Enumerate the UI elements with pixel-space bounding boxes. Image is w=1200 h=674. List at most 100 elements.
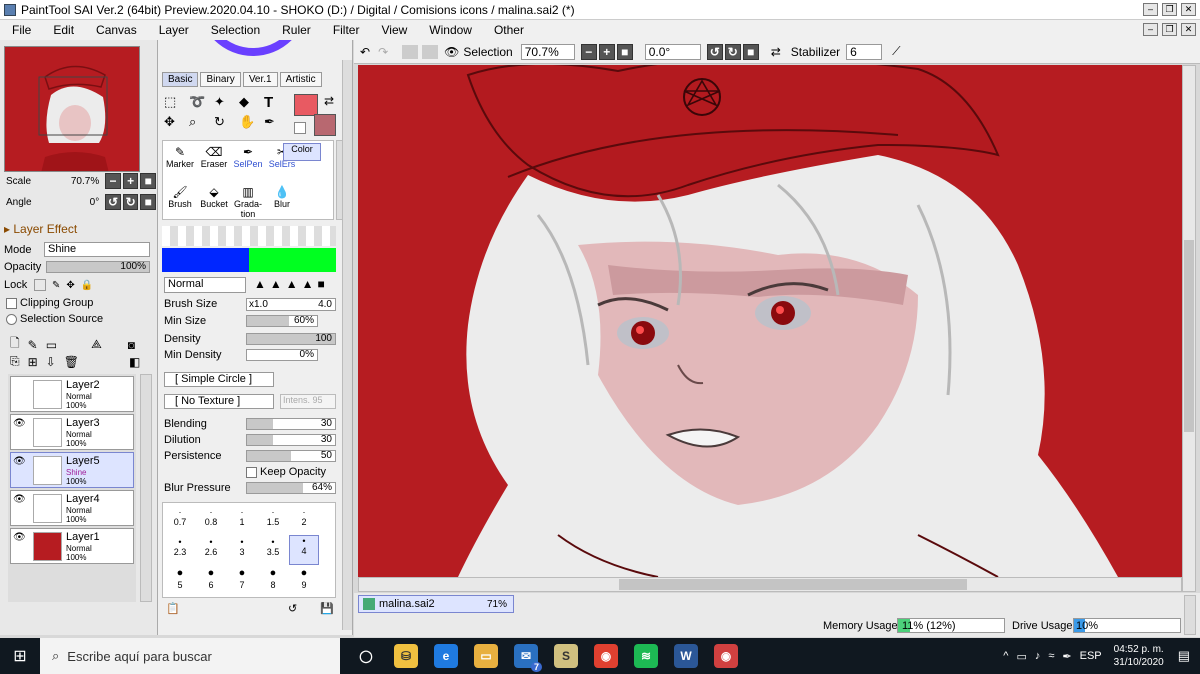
tab-artistic[interactable]: Artistic (279, 72, 322, 87)
apply-mask-icon[interactable]: ◧ (129, 355, 140, 369)
undo-preset-icon[interactable]: ↺ (288, 602, 297, 615)
ruler-toggle-icon[interactable]: ⟋ (892, 44, 900, 59)
size-preset[interactable]: · 0.8 (196, 507, 226, 527)
text-tool-icon[interactable]: T (264, 94, 286, 111)
language-indicator[interactable]: ESP (1080, 650, 1102, 662)
add-layer-icon[interactable]: ⊞ (28, 355, 38, 369)
size-preset[interactable]: ● 6 (196, 567, 226, 591)
wifi-icon[interactable]: ≈ (1048, 650, 1054, 662)
eye-icon[interactable]: 👁 (444, 45, 459, 59)
primary-color-swatch[interactable] (294, 94, 318, 116)
canvas-hscrollbar[interactable] (358, 577, 1182, 592)
scale-value[interactable]: 70.7% (35, 176, 99, 187)
menu-selection[interactable]: Selection (199, 23, 270, 37)
size-preset[interactable]: · 1.5 (258, 507, 288, 527)
density-slider[interactable]: 100 (246, 333, 336, 345)
min-size-slider[interactable]: 60% (246, 315, 318, 327)
tool-panel-scrollbar[interactable] (342, 60, 352, 630)
blend-mode-select[interactable]: Normal (164, 277, 246, 293)
rotate-icon[interactable]: ↻ (214, 114, 236, 130)
lock-transparency-icon[interactable] (34, 279, 46, 291)
notifications-icon[interactable]: ▤ (1178, 648, 1190, 664)
menu-edit[interactable]: Edit (41, 23, 84, 37)
volume-icon[interactable]: ♪ (1035, 650, 1041, 662)
lock-all-icon[interactable]: 🔒 (81, 280, 93, 291)
move-icon[interactable]: ✥ (164, 114, 186, 130)
brush-marker[interactable]: ✎ Marker (163, 145, 197, 169)
clock[interactable]: 04:52 p. m. 31/10/2020 (1114, 643, 1164, 669)
rotate-right-button[interactable]: ↻ (122, 194, 139, 210)
tab-ver1[interactable]: Ver.1 (242, 72, 278, 87)
pen-icon[interactable]: ✒ (1062, 650, 1071, 663)
minimize-button[interactable]: – (1143, 3, 1158, 16)
eye-icon[interactable]: 👁 (13, 456, 29, 470)
hscroll-thumb[interactable] (619, 579, 967, 590)
menu-window[interactable]: Window (417, 23, 482, 37)
effect-icon[interactable]: ⟁ (91, 337, 102, 352)
canvas-rotate-reset-button[interactable]: ■ (742, 43, 759, 60)
vscroll-thumb[interactable] (1184, 240, 1194, 432)
blur-pressure-slider[interactable]: 64% (246, 482, 336, 494)
size-preset[interactable]: ● 7 (227, 567, 257, 591)
layer-scrollbar[interactable] (140, 374, 152, 602)
size-preset[interactable]: ● 5 (165, 567, 195, 591)
layer-item[interactable]: Layer2 Normal 100% (10, 376, 134, 412)
canvas-zoom-reset-button[interactable]: ■ (616, 43, 633, 60)
transparent-color-icon[interactable] (294, 122, 306, 134)
menu-ruler[interactable]: Ruler (270, 23, 321, 37)
color-swatch-green[interactable] (249, 248, 336, 272)
delete-layer-icon[interactable]: 🗑 (64, 355, 79, 369)
word-icon[interactable]: W (674, 644, 698, 668)
save-preset-icon[interactable]: 💾 (320, 602, 334, 615)
doc-scrollbar[interactable] (1184, 595, 1196, 635)
zoom-icon[interactable]: ⌕ (189, 114, 211, 130)
persistence-slider[interactable]: 50 (246, 450, 336, 462)
mask-icon[interactable]: ◙ (128, 338, 135, 352)
color-swatch-blue[interactable] (162, 248, 249, 272)
color-wheel[interactable] (198, 40, 308, 56)
clipboard-icon[interactable]: 📋 (166, 602, 180, 615)
eyedropper-icon[interactable]: ✒ (264, 114, 286, 130)
size-preset[interactable]: ● 9 (289, 567, 319, 591)
size-preset[interactable]: • 2.6 (196, 537, 226, 557)
clipping-checkbox[interactable] (6, 297, 17, 309)
swap-colors-icon[interactable]: ⇄ (324, 94, 334, 108)
canvas-rotate-right-button[interactable]: ↻ (724, 43, 741, 60)
hand-icon[interactable]: ✋ (239, 114, 261, 130)
angle-value[interactable]: 0° (35, 197, 100, 208)
brush-gradation[interactable]: ▥ Grada-tion (231, 185, 265, 219)
size-preset[interactable]: · 2 (289, 507, 319, 527)
menu-canvas[interactable]: Canvas (84, 23, 147, 37)
magic-wand-icon[interactable]: ✦ (214, 94, 236, 111)
undo-icon[interactable]: ↶ (360, 45, 370, 59)
brush-blur[interactable]: 💧 Blur (265, 185, 299, 209)
visibility-toggle[interactable] (13, 380, 29, 394)
canvas-zoom-in-button[interactable]: + (598, 43, 615, 60)
menu-layer[interactable]: Layer (147, 23, 199, 37)
maximize-button[interactable]: ❐ (1162, 3, 1177, 16)
size-preset[interactable]: · 0.7 (165, 507, 195, 527)
blending-slider[interactable]: 30 (246, 418, 336, 430)
brush-brush[interactable]: 🖌 Brush (163, 185, 197, 209)
size-preset[interactable]: • 3.5 (258, 537, 288, 557)
size-preset-selected[interactable]: • 4 (289, 535, 319, 565)
layer-item[interactable]: 👁 Layer3 Normal 100% (10, 414, 134, 450)
document-tab[interactable]: malina.sai2 71% (358, 595, 514, 613)
brush-shape-presets[interactable]: ▲▲▲▲■ (254, 277, 329, 291)
new-folder-icon[interactable]: ▭ (46, 338, 57, 352)
doc-close-button[interactable]: ✕ (1181, 23, 1196, 36)
merge-layer-icon[interactable]: ⇩ (46, 355, 56, 369)
layer-effect-header[interactable]: ▸ Layer Effect (4, 222, 77, 236)
deselect-icon[interactable] (402, 44, 419, 59)
zoom-reset-button[interactable]: ■ (140, 173, 156, 189)
zoom-field[interactable]: 70.7% (520, 43, 575, 60)
stabilizer-select[interactable]: 6 (846, 43, 883, 60)
zoom-out-button[interactable]: − (105, 173, 121, 189)
size-preset[interactable]: • 2.3 (165, 537, 195, 557)
dilution-slider[interactable]: 30 (246, 434, 336, 446)
network-icon[interactable]: ▭ (1016, 650, 1026, 663)
windows-start-icon[interactable]: ⊞ (0, 646, 40, 666)
layer-item[interactable]: 👁 Layer4 Normal 100% (10, 490, 134, 526)
lock-paint-icon[interactable]: ✎ (52, 280, 60, 291)
canvas-vscrollbar[interactable] (1182, 65, 1196, 592)
